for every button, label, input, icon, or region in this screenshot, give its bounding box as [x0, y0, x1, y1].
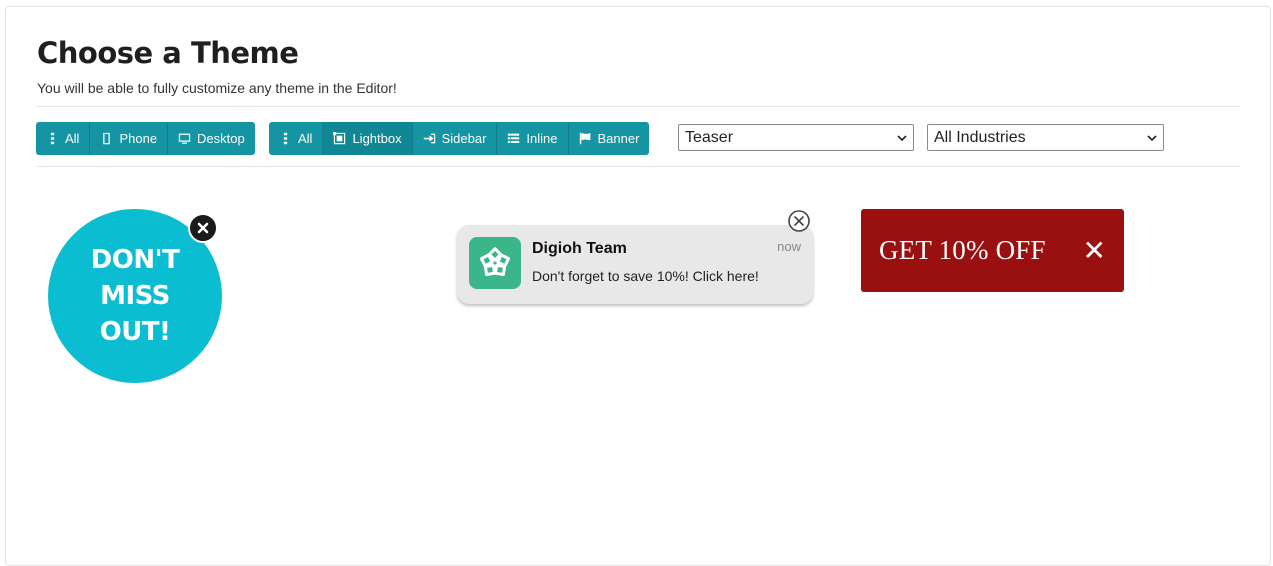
notification-time: now — [777, 239, 801, 254]
type-filter-banner-label: Banner — [597, 131, 640, 146]
style-select-value: Teaser — [685, 128, 734, 146]
kebab-icon — [283, 132, 288, 145]
type-filter-sidebar-label: Sidebar — [441, 131, 487, 146]
theme-banner-teaser[interactable]: GET 10% OFF ✕ — [861, 209, 1124, 292]
notification-message: Don't forget to save 10%! Click here! — [532, 268, 759, 284]
device-filter-desktop[interactable]: Desktop — [168, 122, 255, 155]
style-select[interactable]: Teaser — [678, 124, 914, 151]
divider — [36, 106, 1241, 107]
sign-in-icon — [423, 133, 435, 144]
device-filter-all[interactable]: All — [36, 122, 91, 155]
device-filter-all-label: All — [65, 131, 80, 146]
type-filter-all[interactable]: All — [269, 122, 324, 155]
circle-line-1: DON'T — [90, 245, 180, 275]
logo-mark-icon — [479, 247, 511, 277]
lightbox-icon — [333, 132, 346, 145]
industry-select-value: All Industries — [934, 128, 1026, 146]
close-icon — [197, 222, 209, 234]
type-filter-inline[interactable]: Inline — [497, 122, 569, 155]
phone-icon — [103, 132, 111, 145]
page-subtitle: You will be able to fully customize any … — [37, 80, 397, 96]
banner-close-icon[interactable]: ✕ — [1083, 234, 1106, 267]
chevron-down-icon — [897, 134, 907, 141]
theme-notification-teaser[interactable]: Digioh Team now Don't forget to save 10%… — [457, 225, 813, 304]
chevron-down-icon — [1147, 134, 1157, 141]
notification-title: Digioh Team — [532, 240, 627, 257]
type-filter-group: All Lightbox Sidebar Inline Banner — [269, 122, 650, 155]
circle-line-3: OUT! — [99, 317, 171, 347]
device-filter-group: All Phone Desktop — [36, 122, 255, 155]
notification-close-icon[interactable] — [787, 209, 811, 233]
list-icon — [508, 133, 520, 143]
device-filter-phone-label: Phone — [119, 131, 158, 146]
device-filter-desktop-label: Desktop — [197, 131, 245, 146]
circle-line-2: MISS — [100, 281, 170, 311]
device-filter-phone[interactable]: Phone — [90, 122, 169, 155]
type-filter-inline-label: Inline — [526, 131, 558, 146]
kebab-icon — [50, 132, 55, 145]
type-filter-lightbox[interactable]: Lightbox — [323, 122, 413, 155]
divider — [36, 166, 1241, 167]
type-filter-banner[interactable]: Banner — [568, 122, 650, 155]
flag-icon — [579, 132, 590, 145]
type-filter-sidebar[interactable]: Sidebar — [412, 122, 498, 155]
monitor-icon — [178, 133, 191, 144]
page-title: Choose a Theme — [37, 36, 299, 70]
digioh-logo-icon — [469, 237, 521, 289]
industry-select[interactable]: All Industries — [927, 124, 1164, 151]
circle-close-button[interactable] — [188, 213, 218, 243]
banner-text: GET 10% OFF — [879, 235, 1046, 265]
type-filter-lightbox-label: Lightbox — [352, 131, 402, 146]
type-filter-all-label: All — [298, 131, 313, 146]
